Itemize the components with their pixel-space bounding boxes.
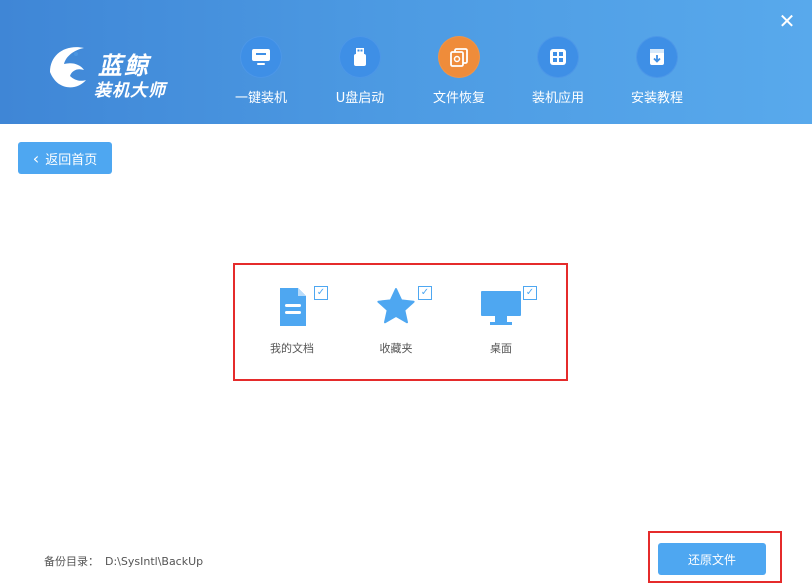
restore-files-button[interactable]: 还原文件 xyxy=(658,543,766,575)
tutorial-icon xyxy=(650,49,664,65)
close-button[interactable]: ✕ xyxy=(776,10,798,32)
nav-label: 一键装机 xyxy=(234,91,287,106)
backup-directory-label: 备份目录： xyxy=(44,555,99,568)
checkbox[interactable]: ✓ xyxy=(523,286,537,300)
folder-label: 我的文档 xyxy=(270,342,314,355)
nav-icon-circle xyxy=(537,36,579,78)
nav-one-click-install[interactable]: 一键装机 xyxy=(216,36,306,116)
nav-usb-boot[interactable]: U盘启动 xyxy=(315,36,405,116)
nav-file-restore[interactable]: 文件恢复 xyxy=(414,36,504,116)
back-to-home-button[interactable]: ‹ 返回首页 xyxy=(18,142,112,174)
backup-directory-path: D:\SysIntl\BackUp xyxy=(105,555,204,568)
nav-label: 装机应用 xyxy=(531,91,584,106)
logo-subtitle: 装机大师 xyxy=(94,81,166,101)
nav-install-tutorial[interactable]: 安装教程 xyxy=(612,36,702,116)
nav-label: 文件恢复 xyxy=(432,91,485,106)
folder-my-documents[interactable]: ✓ 我的文档 xyxy=(252,284,332,364)
back-button-label: 返回首页 xyxy=(45,152,98,168)
checkbox[interactable]: ✓ xyxy=(418,286,432,300)
folder-favorites[interactable]: ✓ 收藏夹 xyxy=(356,284,436,364)
usb-icon xyxy=(354,48,366,66)
apps-grid-icon xyxy=(550,49,566,65)
nav-icon-circle xyxy=(339,36,381,78)
star-icon xyxy=(377,288,415,324)
folder-label: 收藏夹 xyxy=(379,342,413,355)
folder-label: 桌面 xyxy=(490,342,512,355)
desktop-monitor-icon xyxy=(481,291,521,325)
dolphin-logo-icon xyxy=(50,47,86,88)
nav-icon-circle xyxy=(240,36,282,78)
document-icon xyxy=(280,288,306,326)
nav-icon-circle xyxy=(636,36,678,78)
checkbox[interactable]: ✓ xyxy=(314,286,328,300)
nav-label: U盘启动 xyxy=(335,91,385,106)
nav-install-apps[interactable]: 装机应用 xyxy=(513,36,603,116)
nav-icon-circle xyxy=(438,36,480,78)
monitor-icon xyxy=(252,49,270,65)
backup-directory: 备份目录： D:\SysIntl\BackUp xyxy=(44,553,203,569)
chevron-left-icon: ‹ xyxy=(32,148,40,168)
app-logo: 蓝鲸 装机大师 xyxy=(44,40,194,101)
restore-button-label: 还原文件 xyxy=(687,552,736,567)
file-restore-icon xyxy=(450,48,468,67)
nav-label: 安装教程 xyxy=(630,91,683,106)
folder-desktop[interactable]: ✓ 桌面 xyxy=(461,284,541,364)
header-bar: ✕ 蓝鲸 装机大师 一键装机 U盘启动 文件恢复 装机应用 安装教程 xyxy=(0,0,812,124)
